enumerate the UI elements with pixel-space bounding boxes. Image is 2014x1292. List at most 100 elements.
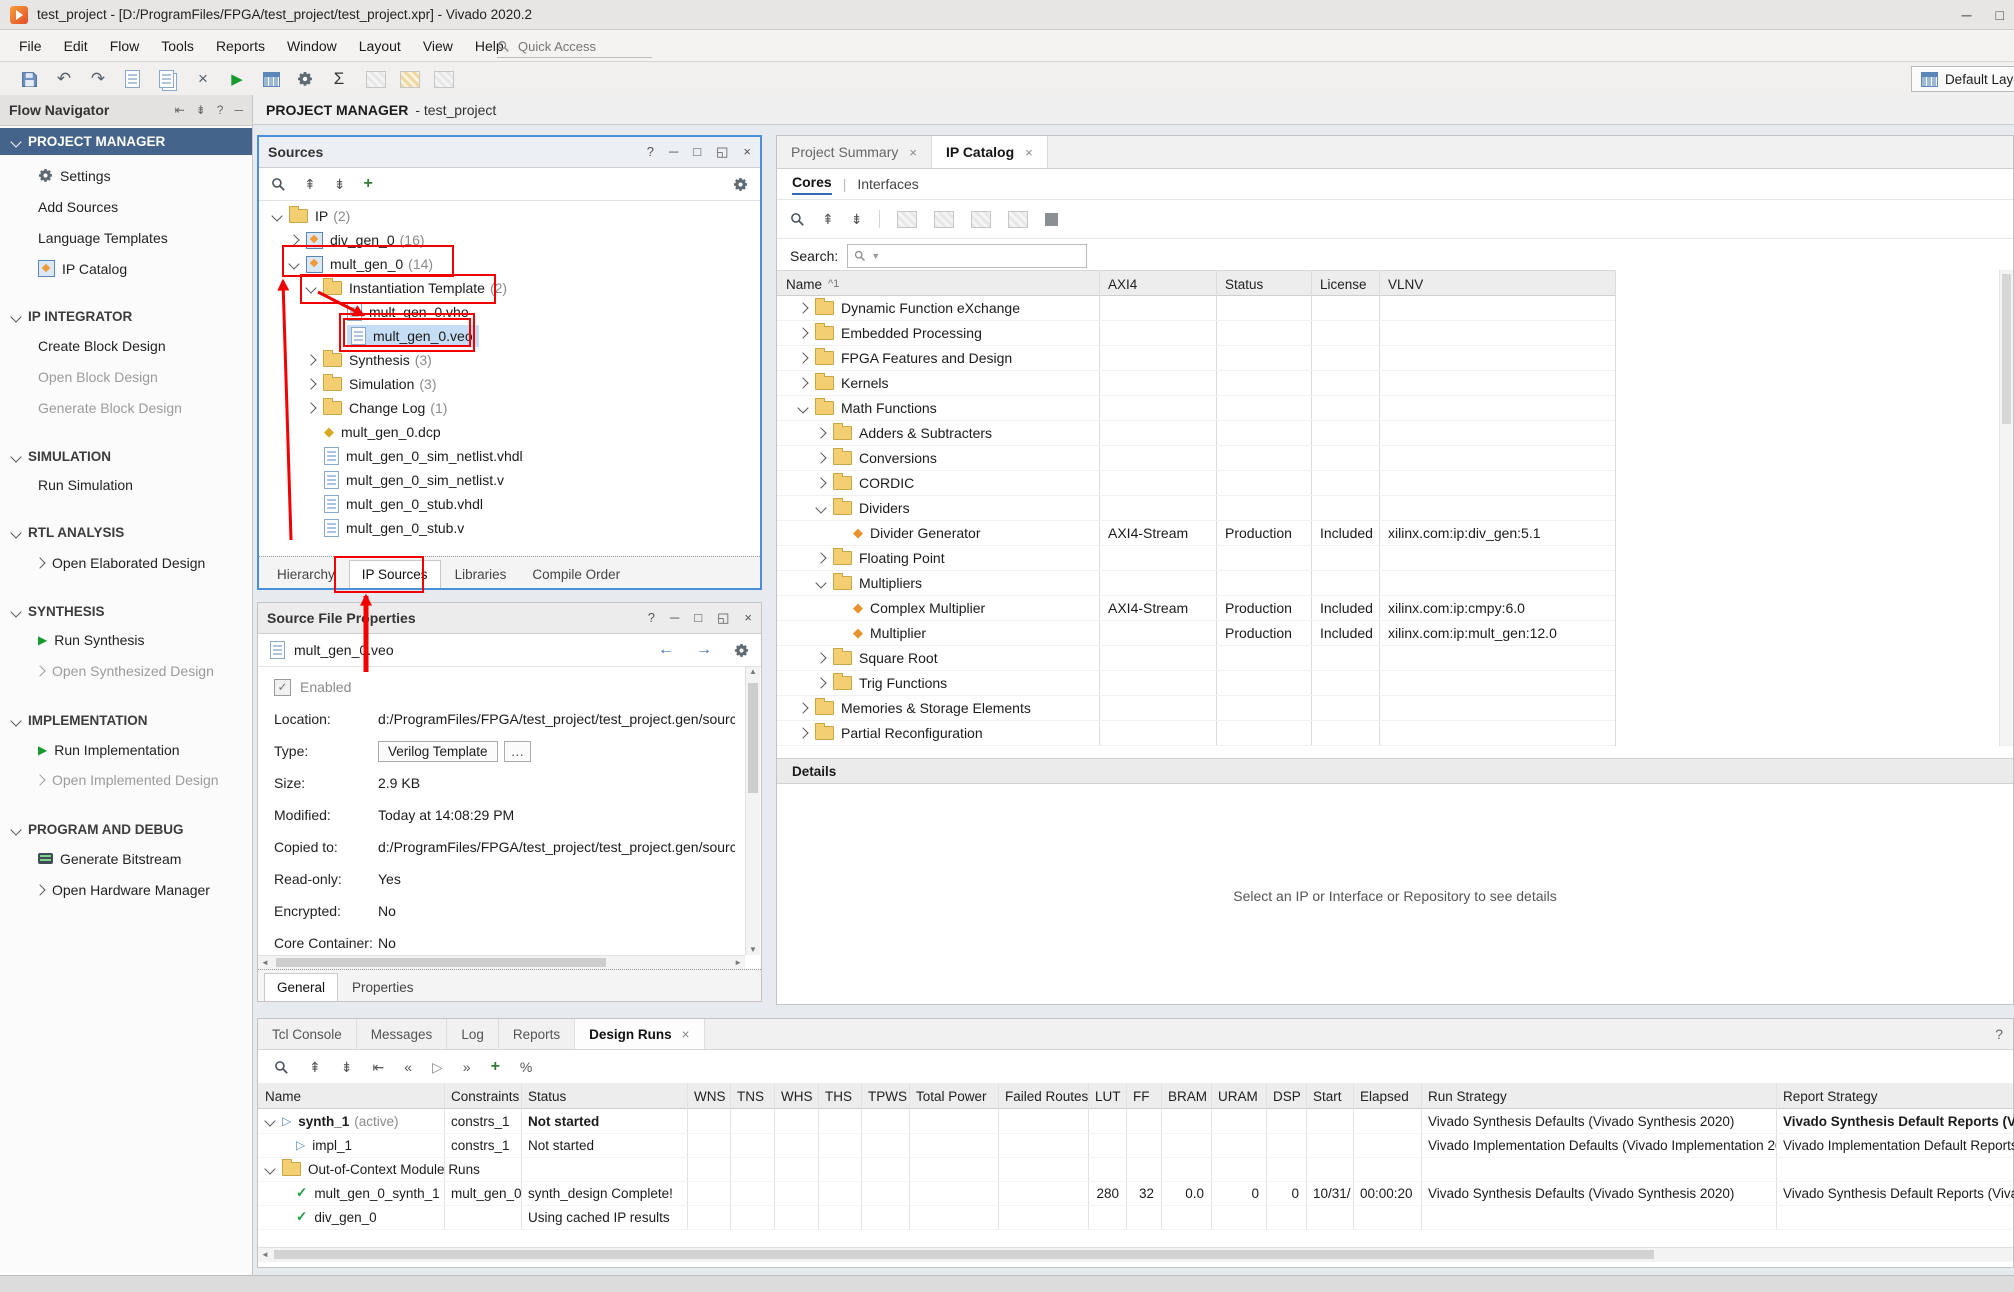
properties-panel-header[interactable]: Source File Properties ? ─ □ ◱ × (258, 603, 761, 634)
catalog-row-divider-generator[interactable]: ◆Divider GeneratorAXI4-StreamProductionI… (777, 521, 1615, 546)
tab-libraries[interactable]: Libraries (443, 561, 519, 588)
sidebar-item-ip-integrator[interactable]: IP INTEGRATOR (0, 303, 252, 330)
run-button[interactable]: ▶ (224, 66, 250, 92)
help-icon[interactable]: ? (648, 610, 655, 626)
sidebar-item-synthesis[interactable]: SYNTHESIS (0, 598, 252, 625)
catalog-row[interactable]: Multipliers (777, 571, 1615, 596)
column-header-name[interactable]: Name^1 (777, 271, 1099, 297)
back-icon[interactable]: ← (658, 641, 674, 659)
column-header[interactable]: URAM (1211, 1083, 1266, 1109)
scroll-down-icon[interactable]: ▼ (749, 945, 757, 954)
column-header[interactable]: TPWS (861, 1083, 909, 1109)
tree-row-sim-netlist-vhdl[interactable]: mult_gen_0_sim_netlist.vhdl (259, 444, 760, 468)
sidebar-item-run-synthesis[interactable]: ▶Run Synthesis (0, 626, 252, 653)
scroll-left-icon[interactable]: ◄ (261, 1250, 269, 1259)
sidebar-item-open-hardware-manager[interactable]: Open Hardware Manager (0, 876, 252, 903)
close-panel-icon[interactable]: × (744, 610, 752, 626)
tab-messages[interactable]: Messages (357, 1019, 448, 1049)
tree-row-div-gen[interactable]: div_gen_0(16) (259, 228, 760, 252)
catalog-search-box[interactable]: ▼ (847, 244, 1087, 268)
help-icon[interactable]: ? (217, 103, 224, 117)
run-row-synth-1[interactable]: ▷synth_1(active) constrs_1 Not started V… (258, 1109, 2013, 1134)
layout-table-button[interactable] (258, 66, 284, 92)
help-icon[interactable]: ? (647, 144, 654, 160)
run-icon[interactable]: ▷ (432, 1059, 443, 1076)
tab-reports[interactable]: Reports (499, 1019, 575, 1049)
scroll-thumb[interactable] (748, 683, 758, 793)
tree-row-ip[interactable]: IP(2) (259, 204, 760, 228)
tab-project-summary[interactable]: Project Summary× (777, 136, 932, 168)
catalog-search-input[interactable] (885, 248, 1080, 265)
tree-row-veo[interactable]: mult_gen_0.veo (259, 324, 760, 348)
sources-panel-header[interactable]: Sources ? ─ □ ◱ × (259, 137, 760, 168)
column-header[interactable]: THS (818, 1083, 861, 1109)
close-tab-icon[interactable]: × (682, 1027, 690, 1042)
gear-icon[interactable] (734, 643, 749, 658)
menu-reports[interactable]: Reports (205, 34, 276, 58)
search-icon[interactable] (790, 212, 805, 227)
tab-design-runs[interactable]: Design Runs× (575, 1019, 704, 1049)
scroll-left-icon[interactable]: ◄ (261, 958, 269, 967)
minimize-panel-icon[interactable]: ─ (234, 103, 243, 117)
run-row-mult-gen-synth[interactable]: ✓mult_gen_0_synth_1 mult_gen_0 synth_des… (258, 1181, 2013, 1206)
column-header[interactable]: WHS (774, 1083, 818, 1109)
catalog-row[interactable]: FPGA Features and Design (777, 346, 1615, 371)
column-header-vlnv[interactable]: VLNV (1379, 271, 1615, 297)
catalog-row[interactable]: Math Functions (777, 396, 1615, 421)
catalog-row[interactable]: Trig Functions (777, 671, 1615, 696)
sidebar-item-run-implementation[interactable]: ▶Run Implementation (0, 736, 252, 763)
maximize-panel-icon[interactable]: □ (694, 610, 702, 626)
column-header[interactable]: Report Strategy (1776, 1083, 2014, 1109)
group-by-icon[interactable] (897, 211, 917, 228)
column-header[interactable]: Status (521, 1083, 687, 1109)
type-browse-button[interactable]: … (504, 741, 532, 762)
catalog-row[interactable]: Partial Reconfiguration (777, 721, 1615, 746)
minimize-panel-icon[interactable]: ─ (670, 610, 679, 626)
tab-general[interactable]: General (264, 973, 338, 1001)
collapse-all-icon[interactable]: ⇞ (822, 211, 834, 228)
column-header[interactable]: Start (1306, 1083, 1353, 1109)
expand-all-icon[interactable]: ⇟ (334, 176, 346, 193)
horizontal-scrollbar[interactable]: ◄ (258, 1247, 2013, 1262)
sidebar-item-language-templates[interactable]: Language Templates (0, 224, 252, 251)
catalog-row[interactable]: Conversions (777, 446, 1615, 471)
sidebar-item-open-implemented-design[interactable]: Open Implemented Design (0, 766, 252, 793)
step-back-icon[interactable]: « (404, 1059, 412, 1075)
collapse-all-icon[interactable]: ⇞ (304, 176, 316, 193)
sidebar-item-generate-block-design[interactable]: Generate Block Design (0, 394, 252, 421)
enabled-checkbox[interactable]: ✓ (274, 679, 291, 696)
maximize-window-icon[interactable]: □ (1996, 7, 2004, 23)
tree-row-dcp[interactable]: ◆mult_gen_0.dcp (259, 420, 760, 444)
catalog-row[interactable]: Dynamic Function eXchange (777, 296, 1615, 321)
sidebar-item-project-manager[interactable]: PROJECT MANAGER (0, 128, 252, 155)
tab-hierarchy[interactable]: Hierarchy (265, 561, 347, 588)
scroll-right-icon[interactable]: ► (734, 958, 742, 967)
column-header[interactable]: WNS (687, 1083, 730, 1109)
vertical-scrollbar[interactable]: ▲▼ (745, 667, 760, 955)
save-button[interactable] (16, 66, 42, 92)
minimize-window-icon[interactable]: ─ (1962, 7, 1972, 23)
tab-properties[interactable]: Properties (340, 974, 426, 1001)
sidebar-item-program-and-debug[interactable]: PROGRAM AND DEBUG (0, 816, 252, 843)
sidebar-item-open-block-design[interactable]: Open Block Design (0, 363, 252, 390)
expand-icon[interactable]: ⇟ (196, 103, 206, 117)
collapse-all-icon[interactable]: ⇞ (309, 1059, 321, 1076)
collapse-all-icon[interactable]: ⇤ (175, 103, 185, 117)
scroll-thumb[interactable] (274, 1250, 1654, 1259)
float-panel-icon[interactable]: ◱ (717, 610, 729, 626)
horizontal-scrollbar[interactable]: ◄► (258, 955, 745, 969)
tree-row-synthesis[interactable]: Synthesis(3) (259, 348, 760, 372)
sidebar-item-open-elaborated-design[interactable]: Open Elaborated Design (0, 549, 252, 576)
repository-icon[interactable] (1008, 211, 1028, 228)
maximize-panel-icon[interactable]: □ (693, 144, 701, 160)
forward-icon[interactable]: → (696, 641, 712, 659)
menu-file[interactable]: File (8, 34, 53, 58)
go-to-start-icon[interactable]: ⇤ (372, 1059, 384, 1076)
stop-icon[interactable] (1045, 213, 1058, 226)
sidebar-item-settings[interactable]: Settings (0, 162, 252, 189)
taxonomy-icon[interactable] (934, 211, 954, 228)
expand-all-icon[interactable]: ⇟ (851, 211, 863, 228)
tree-row-stub-v[interactable]: mult_gen_0_stub.v (259, 516, 760, 540)
catalog-row[interactable]: Adders & Subtracters (777, 421, 1615, 446)
tab-compile-order[interactable]: Compile Order (520, 561, 632, 588)
